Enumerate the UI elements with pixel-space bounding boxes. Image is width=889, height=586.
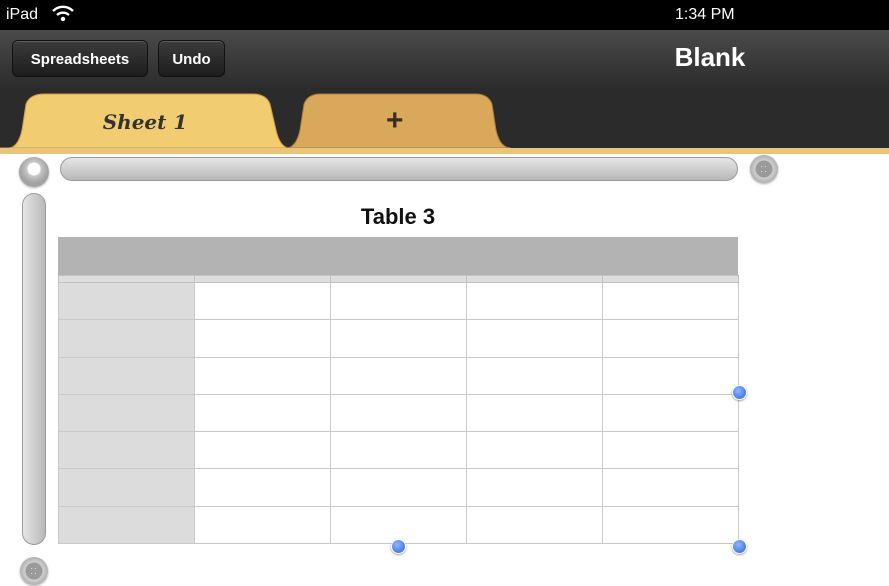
row-header-cell[interactable]	[58, 468, 195, 507]
table-cell[interactable]	[466, 282, 603, 321]
table-cell[interactable]	[194, 274, 331, 284]
table-row[interactable]	[58, 356, 739, 395]
add-sheet-tab[interactable]: +	[285, 90, 512, 149]
table-resize-handle-corner[interactable]	[732, 539, 747, 554]
table-cell[interactable]	[330, 274, 467, 284]
table-header-row[interactable]	[58, 274, 739, 284]
table-row[interactable]	[58, 468, 739, 507]
table-cell[interactable]	[194, 505, 331, 545]
table-cell[interactable]	[330, 468, 467, 507]
column-header-bar[interactable]	[60, 157, 738, 181]
column-handle-icon[interactable]: ·· ··	[750, 155, 778, 183]
table-resize-handle-right[interactable]	[732, 385, 747, 400]
table-cell[interactable]	[466, 356, 603, 395]
table-cell[interactable]	[602, 319, 739, 358]
add-sheet-plus-icon: +	[386, 104, 404, 137]
table[interactable]	[58, 237, 739, 545]
table-cell[interactable]	[330, 505, 467, 545]
table-cell[interactable]	[466, 431, 603, 470]
sheet-tab-strip: Sheet 1 +	[0, 88, 889, 149]
table-grid[interactable]	[58, 274, 739, 545]
document-title: Blank	[674, 42, 746, 72]
tab-sheet-1[interactable]: Sheet 1	[0, 90, 291, 149]
table-cell[interactable]	[330, 356, 467, 395]
table-cell[interactable]	[466, 505, 603, 545]
undo-button[interactable]: Undo	[158, 40, 225, 77]
tab-strip-base	[0, 148, 889, 154]
table-row[interactable]	[58, 393, 739, 433]
table-cell[interactable]	[194, 393, 331, 433]
tab-sheet-1-label: Sheet 1	[102, 110, 188, 134]
table-cell[interactable]	[194, 319, 331, 358]
table-cell[interactable]	[58, 274, 195, 284]
table-cell[interactable]	[330, 319, 467, 358]
table-cell[interactable]	[602, 274, 739, 284]
table-cell[interactable]	[602, 282, 739, 321]
table-cell[interactable]	[330, 431, 467, 470]
table-cell[interactable]	[466, 468, 603, 507]
row-header-bar[interactable]	[22, 193, 46, 545]
status-bar: iPad 1:34 PM	[0, 0, 889, 30]
row-header-cell[interactable]	[58, 393, 195, 433]
table-row[interactable]	[58, 282, 739, 321]
table-cell[interactable]	[466, 319, 603, 358]
column-select-icon[interactable]	[19, 157, 49, 187]
table-cell[interactable]	[602, 505, 739, 545]
table-cell[interactable]	[194, 282, 331, 321]
table-cell[interactable]	[602, 431, 739, 470]
table-cell[interactable]	[194, 356, 331, 395]
table-cell[interactable]	[330, 393, 467, 433]
row-header-cell[interactable]	[58, 356, 195, 395]
table-cell[interactable]	[330, 282, 467, 321]
row-header-cell[interactable]	[58, 505, 195, 545]
table-header-band[interactable]	[58, 237, 738, 275]
toolbar: Spreadsheets Undo Blank	[0, 30, 889, 88]
table-resize-handle-bottom[interactable]	[391, 539, 406, 554]
row-header-cell[interactable]	[58, 319, 195, 358]
table-cell[interactable]	[602, 356, 739, 395]
table-cell[interactable]	[602, 393, 739, 433]
table-row[interactable]	[58, 319, 739, 358]
carrier-label: iPad	[6, 6, 39, 23]
table-row[interactable]	[58, 431, 739, 470]
table-cell[interactable]	[466, 393, 603, 433]
table-title[interactable]: Table 3	[58, 204, 738, 230]
row-header-cell[interactable]	[58, 282, 195, 321]
spreadsheets-button[interactable]: Spreadsheets	[12, 40, 148, 77]
row-header-cell[interactable]	[58, 431, 195, 470]
row-handle-icon[interactable]: ·· ··	[20, 557, 48, 585]
table-cell[interactable]	[466, 274, 603, 284]
table-row[interactable]	[58, 505, 739, 545]
table-cell[interactable]	[602, 468, 739, 507]
status-time: 1:34 PM	[675, 6, 735, 23]
table-cell[interactable]	[194, 431, 331, 470]
table-cell[interactable]	[194, 468, 331, 507]
wifi-icon	[52, 5, 74, 22]
